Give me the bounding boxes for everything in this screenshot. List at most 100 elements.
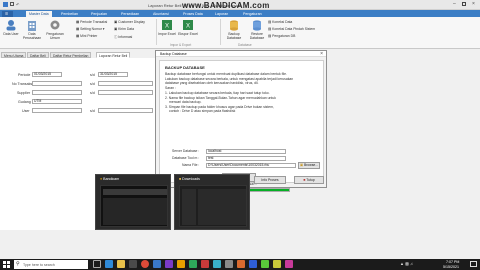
undo-icon[interactable]: ↶ <box>16 2 19 7</box>
bandicam-preview-title: ● Bandicam <box>100 177 119 181</box>
server-field[interactable]: localhost <box>206 149 286 154</box>
bandicam-preview-thumb <box>100 185 168 227</box>
periode-transaksi-button[interactable]: ▦ Periode Transaksi <box>76 20 107 24</box>
save-icon[interactable] <box>10 2 14 6</box>
downloads-preview-label: Downloads <box>182 177 200 181</box>
pengaturan-umum-button[interactable]: Pengaturan Umum <box>44 19 66 40</box>
restore-database-label: Restore Database <box>249 32 265 40</box>
restore-database-button[interactable]: Restore Database <box>246 19 268 40</box>
sd-label: s/d <box>90 73 95 77</box>
tutup-label: Tutup <box>306 178 315 182</box>
app-icon <box>3 2 8 7</box>
koneksi-data-button[interactable]: ▧ Koneksi Data <box>268 20 292 24</box>
search-placeholder: Type here to search <box>23 262 55 267</box>
file-explorer-icon[interactable] <box>117 260 125 268</box>
backup-database-button[interactable]: Backup Database <box>222 19 246 40</box>
periode-to-field[interactable]: 31/03/2015 <box>98 72 128 77</box>
periode-from-field[interactable]: 01/03/2015 <box>32 72 62 77</box>
gudang-field[interactable]: UTM <box>32 99 82 104</box>
koneksi-data-label: Koneksi Data <box>272 20 293 24</box>
app-icon-11[interactable] <box>273 260 281 268</box>
data-perusahaan-button[interactable]: Data Perusahaan <box>22 19 42 40</box>
informasi-button[interactable]: ⓘ Informasi <box>114 34 132 39</box>
mini-printer-label: Mini Printer <box>80 34 98 38</box>
downloads-preview[interactable]: ■ Downloads <box>174 174 250 230</box>
pengaturan-db-label: Pengaturan DB <box>272 34 296 38</box>
chrome-icon[interactable] <box>141 260 149 268</box>
bandicam-preview[interactable]: ● Bandicam <box>95 174 171 230</box>
edge-icon[interactable] <box>105 260 113 268</box>
app-icon-8[interactable] <box>237 260 245 268</box>
database-restore-icon <box>253 20 261 31</box>
svg-text:X: X <box>165 24 169 30</box>
settings-icon <box>50 20 60 30</box>
maximize-icon[interactable] <box>462 2 466 6</box>
ekspor-excel-button[interactable]: X Ekspor Excel <box>178 19 198 36</box>
sd-label: s/d <box>90 109 95 113</box>
app-icon-3[interactable] <box>165 260 173 268</box>
no-transaksi-label: No Transaksi <box>12 82 33 86</box>
app-icon-2[interactable] <box>153 260 161 268</box>
info-proses-button[interactable]: Info Proses <box>254 176 286 184</box>
setting-nomor-label: Setting Nomor <box>80 27 102 31</box>
bandicam-icon: ● <box>100 177 103 181</box>
no-transaksi-to-field[interactable] <box>98 81 153 86</box>
no-transaksi-from-field[interactable] <box>32 81 82 86</box>
notification-icon[interactable] <box>470 261 477 267</box>
supplier-from-field[interactable] <box>32 90 82 95</box>
bandicam-taskbar-icon[interactable] <box>177 260 185 268</box>
app-icon-4[interactable] <box>189 260 197 268</box>
impor-excel-label: Impor Excel <box>158 32 176 36</box>
user-label: User <box>22 109 30 113</box>
saran-label: Saran : <box>165 86 176 90</box>
user-icon <box>6 20 16 31</box>
koneksi-pindah-button[interactable]: ▧ Koneksi Data Pindah Sistem <box>268 27 315 31</box>
ekspor-excel-label: Ekspor Excel <box>178 32 198 36</box>
app-icon-5[interactable] <box>201 260 209 268</box>
app-icon-7[interactable] <box>225 260 233 268</box>
bandicam-watermark: www.BANDICAM.com <box>182 1 270 10</box>
file-label: Nama File : <box>182 163 200 167</box>
database-backup-icon <box>230 20 238 31</box>
customer-display-button[interactable]: ▣ Customer Display <box>114 20 145 24</box>
app-icon-10[interactable] <box>261 260 269 268</box>
setting-nomor-button[interactable]: ▦ Setting Nomor ▾ <box>76 27 104 31</box>
thumb-sidebar <box>182 189 196 225</box>
backup-desc-3: database yang disebabkan oleh kerusakan … <box>165 81 259 85</box>
close-icon[interactable]: × <box>472 1 475 7</box>
clock-time[interactable]: 7:07 PM <box>446 260 459 264</box>
browse-button[interactable]: ▣ Browse... <box>298 162 320 169</box>
database-field[interactable]: test <box>206 156 286 161</box>
file-name-field[interactable]: D:\Users\User\Documents\10032015.rbu <box>206 163 296 168</box>
user-from-field[interactable] <box>32 108 82 113</box>
minimize-icon[interactable]: – <box>453 1 456 7</box>
store-icon[interactable] <box>129 260 137 268</box>
user-to-field[interactable] <box>98 108 153 113</box>
supplier-to-field[interactable] <box>98 90 153 95</box>
downloads-preview-title: ■ Downloads <box>179 177 200 181</box>
pengaturan-db-button[interactable]: ▧ Pengaturan DB <box>268 34 295 38</box>
excel-export-icon: X <box>183 20 193 30</box>
dialog-close-icon[interactable]: × <box>320 51 323 57</box>
bandicam-preview-label: Bandicam <box>103 177 120 181</box>
start-icon[interactable] <box>3 261 10 268</box>
excel-import-icon: X <box>162 20 172 30</box>
kirim-data-label: Kirim Data <box>118 27 134 31</box>
database-label: Database Tool m : <box>172 156 200 160</box>
taskbar-search[interactable]: ⚲ Type here to search <box>14 260 88 269</box>
data-user-button[interactable]: Data User <box>2 19 20 36</box>
kirim-data-button[interactable]: ▣ Kirim Data <box>114 27 134 31</box>
app-icon-6[interactable] <box>213 260 221 268</box>
clock-date[interactable]: 5/15/2021 <box>443 265 459 269</box>
server-label: Server Database : <box>172 149 200 153</box>
app-icon-9[interactable] <box>249 260 257 268</box>
impor-section-label: Impor & Export <box>170 43 192 47</box>
backup-dialog: Backup Database × BACKUP DATABASE Backup… <box>155 50 327 188</box>
gudang-label: Gudang <box>18 100 31 104</box>
mini-printer-button[interactable]: ▦ Mini Printer <box>76 34 97 38</box>
building-icon <box>28 21 36 31</box>
task-view-icon[interactable] <box>93 260 101 268</box>
impor-excel-button[interactable]: X Impor Excel <box>158 19 176 36</box>
tutup-button[interactable]: ■ Tutup <box>294 176 324 184</box>
app-icon-12[interactable] <box>285 260 293 268</box>
